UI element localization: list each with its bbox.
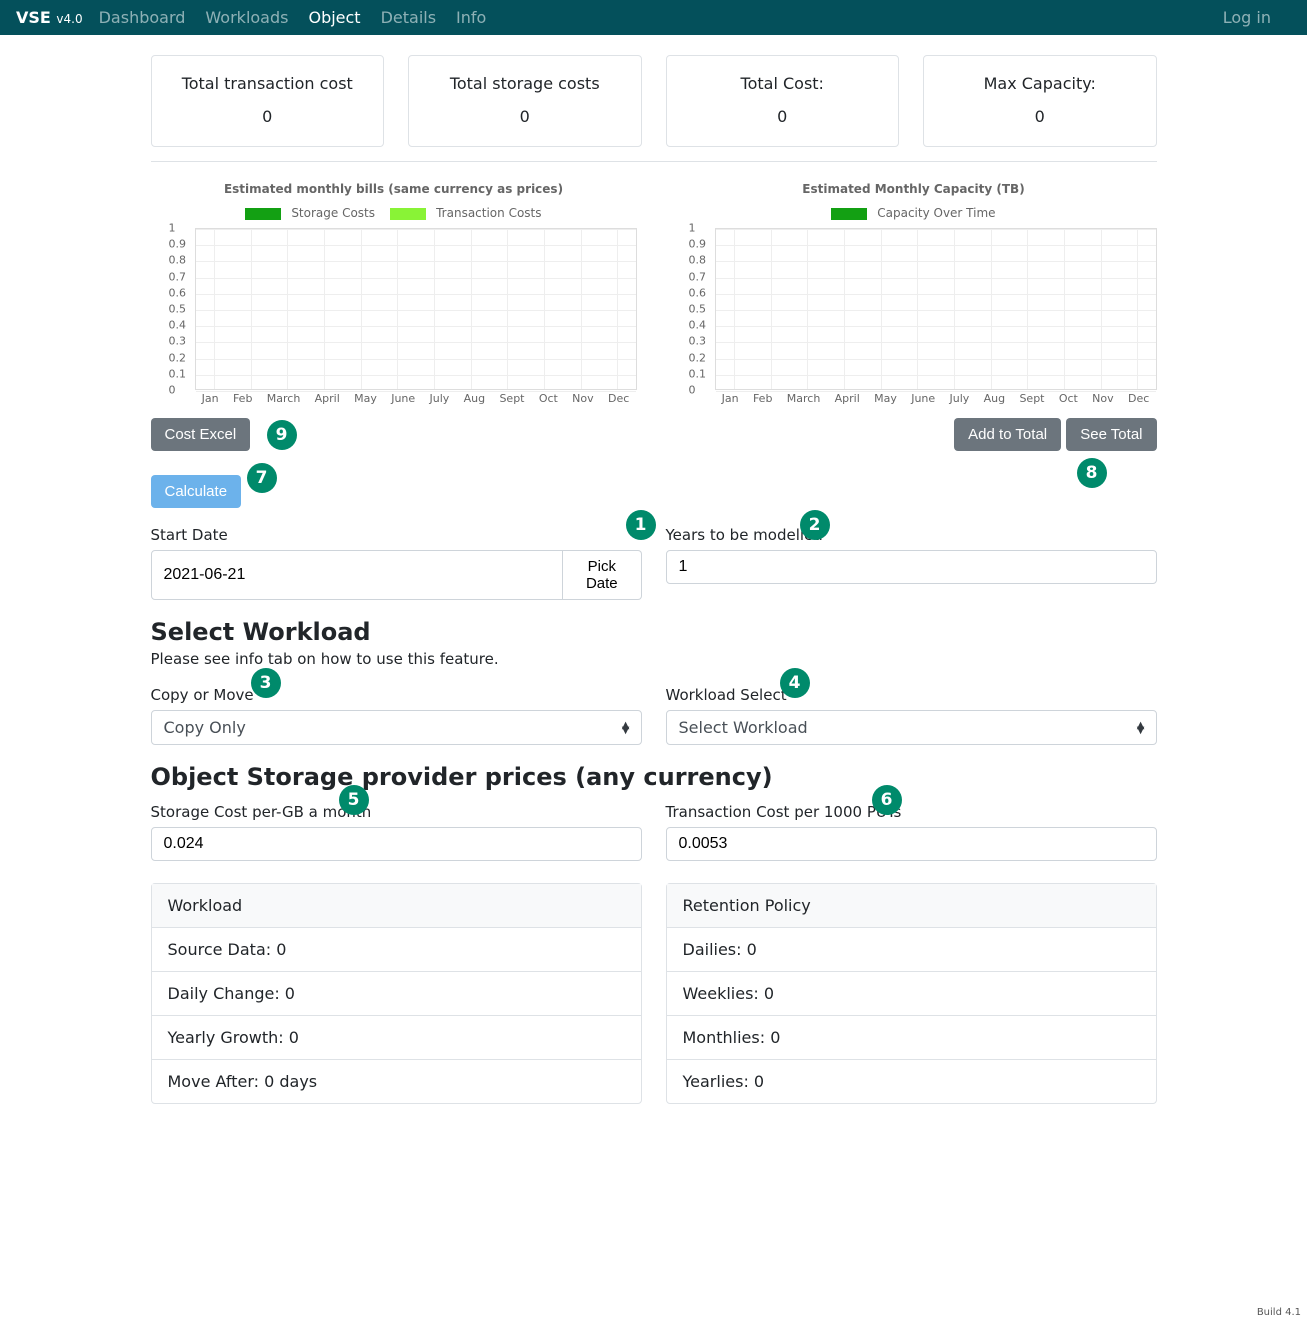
- retention-panel: Retention Policy Dailies: 0 Weeklies: 0 …: [666, 883, 1157, 1104]
- transaction-cost-label: Transaction Cost per 1000 PUTs: [666, 803, 1157, 821]
- card-max-value: 0: [924, 107, 1156, 126]
- cost-excel-button[interactable]: Cost Excel: [151, 418, 251, 451]
- chart-bills-title: Estimated monthly bills (same currency a…: [151, 182, 637, 196]
- prices-header: Object Storage provider prices (any curr…: [151, 763, 1157, 791]
- workload-move-after: Move After: 0 days: [152, 1059, 641, 1103]
- card-storage-value: 0: [409, 107, 641, 126]
- build-tag: Build 4.1: [1257, 1307, 1301, 1318]
- navbar: VSE v4.0 Dashboard Workloads Object Deta…: [0, 0, 1307, 35]
- badge-7: 7: [247, 463, 277, 493]
- card-storage-cost: Total storage costs 0: [408, 55, 642, 147]
- brand-version: v4.0: [56, 12, 82, 26]
- chart-capacity: Estimated Monthly Capacity (TB) Capacity…: [671, 182, 1157, 451]
- retention-panel-header: Retention Policy: [667, 884, 1156, 927]
- nav-details[interactable]: Details: [381, 8, 436, 27]
- nav-workloads[interactable]: Workloads: [205, 8, 288, 27]
- badge-9: 9: [267, 420, 297, 450]
- select-workload-header: Select Workload: [151, 618, 1157, 646]
- select-workload-help: Please see info tab on how to use this f…: [151, 650, 1157, 668]
- brand[interactable]: VSE v4.0: [16, 8, 83, 27]
- legend-storage: Storage Costs: [291, 206, 375, 220]
- card-transaction-value: 0: [152, 107, 384, 126]
- workload-yearly-growth: Yearly Growth: 0: [152, 1015, 641, 1059]
- chart-capacity-legend: Capacity Over Time: [671, 206, 1157, 220]
- add-to-total-button[interactable]: Add to Total: [954, 418, 1061, 451]
- retention-monthlies: Monthlies: 0: [667, 1015, 1156, 1059]
- badge-8: 8: [1077, 458, 1107, 488]
- retention-dailies: Dailies: 0: [667, 927, 1156, 971]
- nav-object[interactable]: Object: [308, 8, 360, 27]
- nav-login[interactable]: Log in: [1223, 8, 1271, 27]
- workload-source-data: Source Data: 0: [152, 927, 641, 971]
- legend-swatch-storage: [245, 208, 281, 220]
- badge-5: 5: [339, 785, 369, 815]
- card-max-capacity: Max Capacity: 0: [923, 55, 1157, 147]
- storage-cost-label: Storage Cost per-GB a month: [151, 803, 642, 821]
- main-container: Total transaction cost 0 Total storage c…: [139, 35, 1169, 1144]
- chart-bills: Estimated monthly bills (same currency a…: [151, 182, 637, 451]
- workload-panel-header: Workload: [152, 884, 641, 927]
- badge-3: 3: [251, 668, 281, 698]
- card-total-label: Total Cost:: [667, 74, 899, 93]
- see-total-button[interactable]: See Total: [1066, 418, 1156, 451]
- legend-capacity: Capacity Over Time: [877, 206, 995, 220]
- card-transaction-label: Total transaction cost: [152, 74, 384, 93]
- workload-select-label: Workload Select: [666, 686, 1157, 704]
- copy-move-select[interactable]: Copy Only: [151, 710, 642, 745]
- plot-bills: 00.10.20.30.40.50.60.70.80.91JanFebMarch…: [173, 228, 637, 408]
- legend-swatch-capacity: [831, 208, 867, 220]
- chart-bills-legend: Storage Costs Transaction Costs: [151, 206, 637, 220]
- calculate-button[interactable]: Calculate: [151, 475, 242, 508]
- nav-info[interactable]: Info: [456, 8, 486, 27]
- start-date-label: Start Date: [151, 526, 642, 544]
- card-transaction-cost: Total transaction cost 0: [151, 55, 385, 147]
- chart-capacity-title: Estimated Monthly Capacity (TB): [671, 182, 1157, 196]
- card-storage-label: Total storage costs: [409, 74, 641, 93]
- years-input[interactable]: [666, 550, 1157, 584]
- workload-daily-change: Daily Change: 0: [152, 971, 641, 1015]
- badge-4: 4: [780, 668, 810, 698]
- badge-1: 1: [626, 510, 656, 540]
- card-total-cost: Total Cost: 0: [666, 55, 900, 147]
- copy-move-label: Copy or Move: [151, 686, 642, 704]
- storage-cost-input[interactable]: [151, 827, 642, 861]
- years-label: Years to be modelled: [666, 526, 1157, 544]
- nav-dashboard[interactable]: Dashboard: [99, 8, 186, 27]
- legend-transaction: Transaction Costs: [436, 206, 541, 220]
- card-max-label: Max Capacity:: [924, 74, 1156, 93]
- retention-yearlies: Yearlies: 0: [667, 1059, 1156, 1103]
- retention-weeklies: Weeklies: 0: [667, 971, 1156, 1015]
- start-date-input[interactable]: [151, 550, 564, 600]
- transaction-cost-input[interactable]: [666, 827, 1157, 861]
- plot-capacity: 00.10.20.30.40.50.60.70.80.91JanFebMarch…: [693, 228, 1157, 408]
- card-total-value: 0: [667, 107, 899, 126]
- brand-name: VSE: [16, 8, 51, 27]
- workload-select[interactable]: Select Workload: [666, 710, 1157, 745]
- workload-panel: Workload Source Data: 0 Daily Change: 0 …: [151, 883, 642, 1104]
- pick-date-button[interactable]: Pick Date: [563, 550, 641, 600]
- badge-2: 2: [800, 510, 830, 540]
- badge-6: 6: [872, 785, 902, 815]
- legend-swatch-transaction: [390, 208, 426, 220]
